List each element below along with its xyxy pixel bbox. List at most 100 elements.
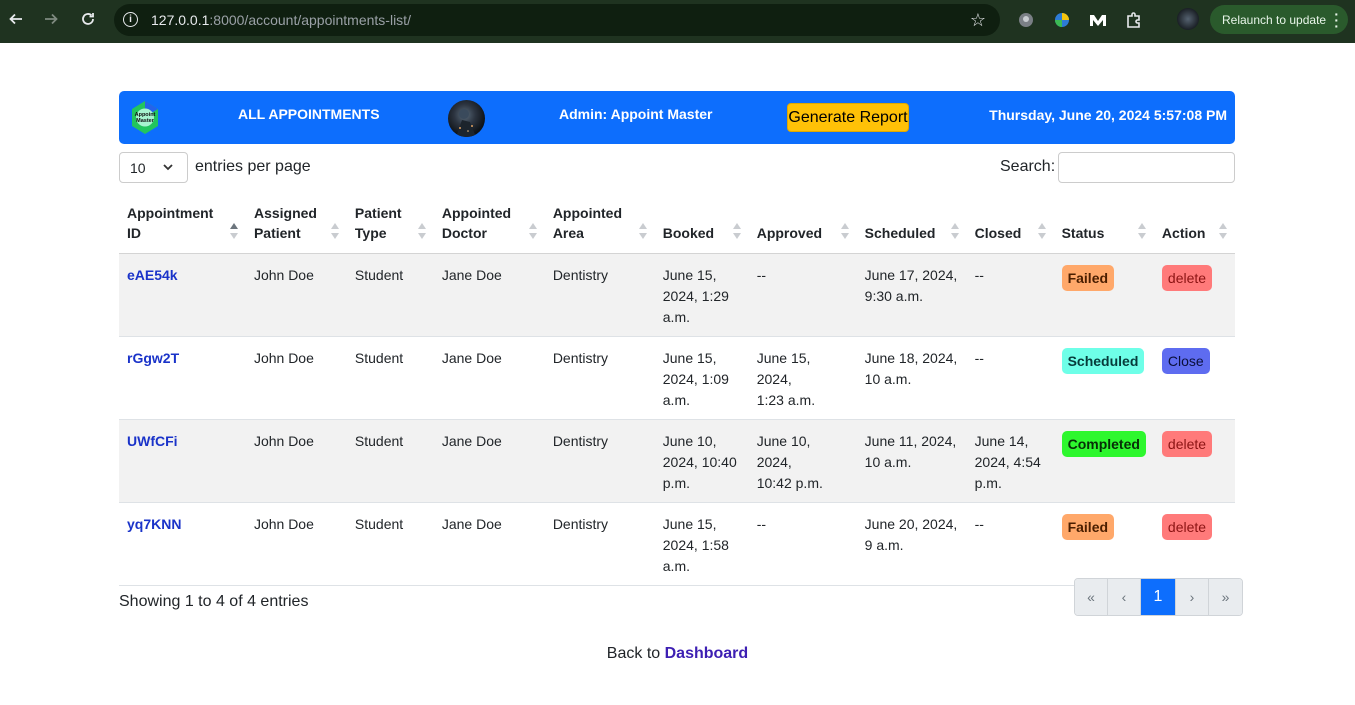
- address-bar[interactable]: i 127.0.0.1:8000/account/appointments-li…: [114, 4, 1000, 36]
- site-info-icon[interactable]: i: [123, 12, 138, 27]
- booked-cell: June 15, 2024, 1:09 a.m.: [654, 336, 749, 420]
- prev-page-button[interactable]: ‹: [1108, 579, 1141, 615]
- last-page-button[interactable]: »: [1209, 579, 1242, 615]
- scheduled-cell: June 11, 2024, 10 a.m.: [856, 419, 967, 503]
- reload-icon[interactable]: [76, 7, 100, 31]
- table-row: yq7KNN John Doe Student Jane Doe Dentist…: [119, 502, 1235, 586]
- table-row: rGgw2T John Doe Student Jane Doe Dentist…: [119, 336, 1235, 420]
- appointed-doctor-cell: Jane Doe: [433, 502, 545, 586]
- appointed-area-cell: Dentistry: [544, 502, 655, 586]
- relaunch-to-update-button[interactable]: Relaunch to update · · ·: [1210, 5, 1348, 34]
- sort-icon: [1219, 223, 1227, 239]
- entries-per-page-label: entries per page: [195, 158, 311, 175]
- page-title: ALL APPOINTMENTS: [238, 106, 380, 122]
- current-datetime: Thursday, June 20, 2024 5:57:08 PM: [989, 107, 1227, 123]
- table-row: eAE54k John Doe Student Jane Doe Dentist…: [119, 253, 1235, 337]
- sort-icon: [840, 223, 849, 239]
- sort-icon: [1137, 223, 1146, 239]
- color-extension-icon[interactable]: [1052, 10, 1072, 30]
- patient-type-cell: Student: [346, 419, 434, 503]
- assigned-patient-cell: John Doe: [245, 336, 347, 420]
- sort-icon: [417, 223, 426, 239]
- table-header-row: Appointment ID Assigned Patient Patient Typ…: [119, 197, 1235, 254]
- close-button[interactable]: Close: [1161, 348, 1210, 374]
- col-assigned-patient[interactable]: Assigned Patient: [245, 197, 347, 254]
- col-status[interactable]: Status: [1053, 197, 1154, 254]
- closed-cell: --: [966, 253, 1054, 337]
- sort-icon: [638, 223, 647, 239]
- browser-toolbar: i 127.0.0.1:8000/account/appointments-li…: [0, 0, 1355, 43]
- status-badge: Scheduled: [1061, 348, 1145, 374]
- appointment-id-link[interactable]: rGgw2T: [127, 350, 179, 366]
- col-appointed-area[interactable]: Appointed Area: [544, 197, 655, 254]
- patient-type-cell: Student: [346, 253, 434, 337]
- booked-cell: June 15, 2024, 1:29 a.m.: [654, 253, 749, 337]
- chevron-down-icon: [163, 164, 173, 171]
- incognito-extension-icon[interactable]: [1016, 10, 1036, 30]
- entries-per-page-select[interactable]: 10: [119, 152, 188, 183]
- approved-cell: --: [748, 253, 857, 337]
- relaunch-label: Relaunch to update: [1222, 12, 1327, 27]
- back-arrow-icon[interactable]: [4, 7, 28, 31]
- appointed-doctor-cell: Jane Doe: [433, 336, 545, 420]
- per-page-value: 10: [130, 159, 146, 176]
- appointment-id-link[interactable]: yq7KNN: [127, 516, 181, 532]
- col-action[interactable]: Action: [1153, 197, 1235, 254]
- appointment-id-link[interactable]: UWfCFi: [127, 433, 178, 449]
- sort-icon: [1037, 223, 1046, 239]
- scheduled-cell: June 20, 2024, 9 a.m.: [856, 502, 967, 586]
- sort-icon: [229, 223, 238, 239]
- col-closed[interactable]: Closed: [966, 197, 1054, 254]
- status-badge: Failed: [1061, 265, 1115, 291]
- dashboard-link[interactable]: Dashboard: [665, 645, 749, 662]
- profile-avatar-icon[interactable]: [1177, 8, 1199, 30]
- next-page-button[interactable]: ›: [1176, 579, 1209, 615]
- generate-report-button[interactable]: Generate Report: [787, 103, 909, 132]
- more-menu-icon[interactable]: · · ·: [1334, 7, 1339, 33]
- booked-cell: June 10, 2024, 10:40 p.m.: [654, 419, 749, 503]
- svg-text:Master: Master: [136, 118, 155, 124]
- back-to-dashboard: Back to Dashboard: [0, 645, 1355, 663]
- appointed-doctor-cell: Jane Doe: [433, 419, 545, 503]
- app-logo: Appoint Master: [128, 100, 162, 135]
- admin-avatar: [448, 100, 485, 137]
- status-badge: Completed: [1061, 431, 1146, 457]
- col-scheduled[interactable]: Scheduled: [856, 197, 967, 254]
- closed-cell: June 14, 2024, 4:54 p.m.: [966, 419, 1054, 503]
- back-prefix: Back to: [606, 645, 661, 662]
- col-booked[interactable]: Booked: [654, 197, 749, 254]
- delete-button[interactable]: delete: [1161, 265, 1213, 291]
- admin-name: Admin: Appoint Master: [559, 106, 713, 122]
- sort-icon: [732, 223, 741, 239]
- closed-cell: --: [966, 502, 1054, 586]
- page-header: Appoint Master ALL APPOINTMENTS Admin: A…: [119, 91, 1235, 144]
- current-page-button[interactable]: 1: [1141, 579, 1176, 615]
- col-approved[interactable]: Approved: [748, 197, 857, 254]
- appointed-area-cell: Dentistry: [544, 253, 655, 337]
- appointed-area-cell: Dentistry: [544, 419, 655, 503]
- col-appointment-id[interactable]: Appointment ID: [119, 197, 246, 254]
- showing-entries-info: Showing 1 to 4 of 4 entries: [119, 593, 309, 610]
- col-patient-type[interactable]: Patient Type: [346, 197, 434, 254]
- patient-type-cell: Student: [346, 502, 434, 586]
- appointed-doctor-cell: Jane Doe: [433, 253, 545, 337]
- assigned-patient-cell: John Doe: [245, 253, 347, 337]
- url-text: 127.0.0.1:8000/account/appointments-list…: [151, 12, 411, 28]
- appointed-area-cell: Dentistry: [544, 336, 655, 420]
- appointment-id-link[interactable]: eAE54k: [127, 267, 178, 283]
- sort-icon: [950, 223, 959, 239]
- col-appointed-doctor[interactable]: Appointed Doctor: [433, 197, 545, 254]
- bookmark-star-icon[interactable]: ☆: [970, 10, 986, 31]
- forward-arrow-icon[interactable]: [39, 7, 63, 31]
- status-badge: Failed: [1061, 514, 1115, 540]
- closed-cell: --: [966, 336, 1054, 420]
- delete-button[interactable]: delete: [1161, 431, 1213, 457]
- appointments-table: Appointment ID Assigned Patient Patient Typ…: [119, 197, 1235, 586]
- m-extension-icon[interactable]: [1088, 10, 1108, 30]
- search-input[interactable]: [1058, 152, 1235, 183]
- approved-cell: --: [748, 502, 857, 586]
- sort-icon: [330, 223, 339, 239]
- delete-button[interactable]: delete: [1161, 514, 1213, 540]
- first-page-button[interactable]: «: [1075, 579, 1108, 615]
- extensions-puzzle-icon[interactable]: [1124, 10, 1144, 30]
